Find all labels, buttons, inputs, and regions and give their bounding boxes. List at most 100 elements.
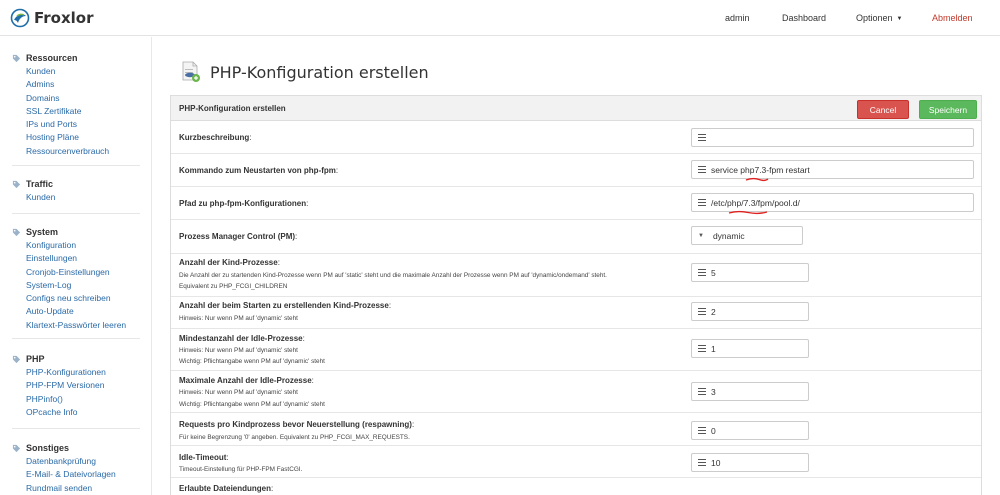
sidebar-section-title: PHP <box>26 354 45 364</box>
sidebar-item-system-log[interactable]: System-Log <box>26 279 142 292</box>
sidebar-item-rundmail-senden[interactable]: Rundmail senden <box>26 482 142 495</box>
max-requests-input[interactable]: 0 <box>691 421 809 440</box>
red-underline-annotation <box>728 210 768 215</box>
sidebar-item-traffic-kunden[interactable]: Kunden <box>26 191 142 204</box>
sidebar-item-php-fpm-versionen[interactable]: PHP-FPM Versionen <box>26 379 142 392</box>
start-servers-input[interactable]: 2 <box>691 302 809 321</box>
form-row-config-path: Pfad zu php-fpm-Konfigurationen: /etc/ph… <box>171 187 981 220</box>
page-header: PHP-Konfiguration erstellen <box>180 60 429 84</box>
field-hint: Hinweis: Nur wenn PM auf 'dynamic' steht <box>179 315 298 322</box>
panel-header: PHP-Konfiguration erstellen Cancel Speic… <box>171 96 981 121</box>
form-row-kurzbeschreibung: Kurzbeschreibung: <box>171 122 981 154</box>
kurzbeschreibung-input[interactable] <box>691 128 974 147</box>
sidebar-section-ressourcen: Ressourcen Kunden Admins Domains SSL Zer… <box>12 52 142 158</box>
field-label: Idle-Timeout: <box>179 453 229 462</box>
config-path-value: /etc/php/7.3/fpm/pool.d/ <box>711 197 800 208</box>
form-row-allowed-extensions: Erlaubte Dateiendungen: <box>171 478 981 495</box>
field-hint: Equivalent zu PHP_FCGI_CHILDREN <box>179 283 288 290</box>
field-label: Kommando zum Neustarten von php-fpm: <box>179 166 339 175</box>
sidebar-section-system: System Konfiguration Einstellungen Cronj… <box>12 226 142 332</box>
red-underline-annotation <box>745 177 769 182</box>
dropdown-arrow-icon: ▼ <box>698 232 704 239</box>
text-lines-icon <box>698 166 706 173</box>
pm-selected-value: dynamic <box>712 230 745 241</box>
nav-dashboard[interactable]: Dashboard <box>782 13 826 23</box>
brand-name: Froxlor <box>34 9 94 27</box>
field-hint: Die Anzahl der zu startenden Kind-Prozes… <box>179 272 607 279</box>
field-hint: Hinweis: Nur wenn PM auf 'dynamic' steht <box>179 389 298 396</box>
sidebar-item-configs-neu-schreiben[interactable]: Configs neu schreiben <box>26 292 142 305</box>
sidebar-item-ssl-zertifikate[interactable]: SSL Zertifikate <box>26 105 142 118</box>
form-row-restart-command: Kommando zum Neustarten von php-fpm: ser… <box>171 154 981 187</box>
user-menu-admin[interactable]: admin <box>725 13 750 23</box>
field-hint: Wichtig: Pflichtangabe wenn PM auf 'dyna… <box>179 401 325 408</box>
sidebar-section-php: PHP PHP-Konfigurationen PHP-FPM Versione… <box>12 353 142 419</box>
sidebar-item-konfiguration[interactable]: Konfiguration <box>26 239 142 252</box>
min-spare-input[interactable]: 1 <box>691 339 809 358</box>
php-config-document-icon <box>182 61 200 82</box>
sidebar-section-title: Ressourcen <box>26 53 78 63</box>
restart-command-value: service php7.3-fpm restart <box>711 164 810 175</box>
sidebar-item-einstellungen[interactable]: Einstellungen <box>26 252 142 265</box>
chevron-down-icon: ▼ <box>896 16 903 22</box>
divider <box>12 428 140 429</box>
nav-options[interactable]: Optionen ▼ <box>856 13 902 23</box>
sidebar-section-traffic: Traffic Kunden <box>12 178 142 204</box>
sidebar-item-klartext-passwoerter-leeren[interactable]: Klartext-Passwörter leeren <box>26 319 142 332</box>
field-label: Maximale Anzahl der Idle-Prozesse: <box>179 376 314 385</box>
pm-select[interactable]: ▼ dynamic <box>691 226 803 245</box>
sidebar-item-ips-und-ports[interactable]: IPs und Ports <box>26 118 142 131</box>
text-lines-icon <box>698 345 706 352</box>
form-row-pm: Prozess Manager Control (PM): ▼ dynamic <box>171 220 981 254</box>
form-row-min-spare: Mindestanzahl der Idle-Prozesse: Hinweis… <box>171 329 981 371</box>
froxlor-logo-icon <box>10 8 30 28</box>
field-label: Anzahl der Kind-Prozesse: <box>179 258 280 267</box>
idle-timeout-input[interactable]: 10 <box>691 453 809 472</box>
field-hint: Wichtig: Pflichtangabe wenn PM auf 'dyna… <box>179 358 325 365</box>
sidebar-item-auto-update[interactable]: Auto-Update <box>26 305 142 318</box>
text-lines-icon <box>698 134 706 141</box>
tag-icon <box>12 355 21 363</box>
field-hint: Timeout-Einstellung für PHP-FPM FastCGI. <box>179 466 303 473</box>
nav-options-label: Optionen <box>856 13 893 23</box>
save-button[interactable]: Speichern <box>919 100 977 119</box>
sidebar-item-admins[interactable]: Admins <box>26 78 142 91</box>
sidebar-section-title: Traffic <box>26 179 54 189</box>
max-spare-input[interactable]: 3 <box>691 382 809 401</box>
field-label: Anzahl der beim Starten zu erstellenden … <box>179 301 392 310</box>
field-label: Erlaubte Dateiendungen: <box>179 484 274 493</box>
divider <box>12 165 140 166</box>
tag-icon <box>12 228 21 236</box>
form-row-max-children: Anzahl der Kind-Prozesse: Die Anzahl der… <box>171 254 981 297</box>
sidebar-item-cronjob-einstellungen[interactable]: Cronjob-Einstellungen <box>26 266 142 279</box>
sidebar-item-domains[interactable]: Domains <box>26 92 142 105</box>
sidebar-item-phpinfo[interactable]: PHPinfo() <box>26 393 142 406</box>
form-row-start-servers: Anzahl der beim Starten zu erstellenden … <box>171 297 981 329</box>
sidebar-item-datenbankpruefung[interactable]: Datenbankprüfung <box>26 455 142 468</box>
tag-icon <box>12 54 21 62</box>
form-row-idle-timeout: Idle-Timeout: Timeout-Einstellung für PH… <box>171 446 981 478</box>
top-navbar: Froxlor admin Dashboard Optionen ▼ Abmeld… <box>0 0 1000 36</box>
text-lines-icon <box>698 199 706 206</box>
field-hint: Hinweis: Nur wenn PM auf 'dynamic' steht <box>179 347 298 354</box>
sidebar: Ressourcen Kunden Admins Domains SSL Zer… <box>0 37 152 495</box>
sidebar-item-kunden[interactable]: Kunden <box>26 65 142 78</box>
tag-icon <box>12 444 21 452</box>
page-title: PHP-Konfiguration erstellen <box>210 62 429 82</box>
sidebar-section-title: Sonstiges <box>26 443 70 453</box>
divider <box>12 338 140 339</box>
restart-command-input[interactable]: service php7.3-fpm restart <box>691 160 974 179</box>
max-children-input[interactable]: 5 <box>691 263 809 282</box>
sidebar-item-php-konfigurationen[interactable]: PHP-Konfigurationen <box>26 366 142 379</box>
text-lines-icon <box>698 269 706 276</box>
sidebar-item-ressourcenverbrauch[interactable]: Ressourcenverbrauch <box>26 145 142 158</box>
sidebar-item-opcache-info[interactable]: OPcache Info <box>26 406 142 419</box>
logout-link[interactable]: Abmelden <box>932 13 973 23</box>
sidebar-item-hosting-plaene[interactable]: Hosting Pläne <box>26 131 142 144</box>
sidebar-section-sonstiges: Sonstiges Datenbankprüfung E-Mail- & Dat… <box>12 442 142 495</box>
sidebar-item-email-dateivorlagen[interactable]: E-Mail- & Dateivorlagen <box>26 468 142 481</box>
brand[interactable]: Froxlor <box>10 8 94 28</box>
field-label: Mindestanzahl der Idle-Prozesse: <box>179 334 305 343</box>
field-label: Prozess Manager Control (PM): <box>179 232 298 241</box>
cancel-button[interactable]: Cancel <box>857 100 909 119</box>
